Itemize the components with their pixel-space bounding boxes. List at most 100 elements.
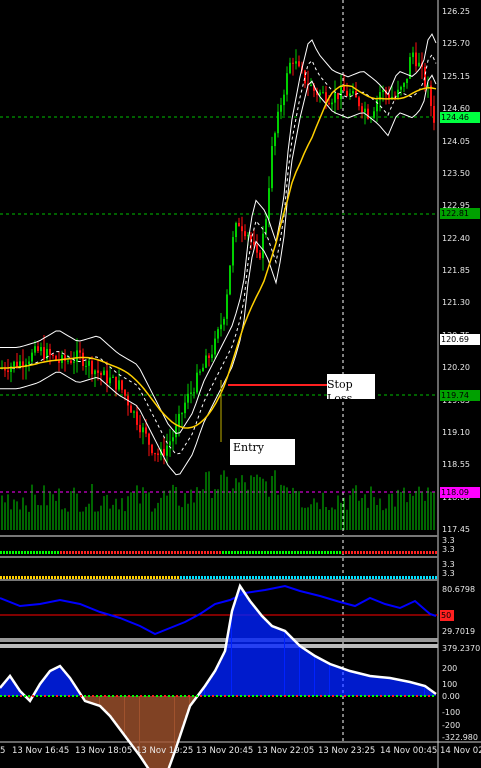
indicator2-dot — [417, 576, 419, 579]
indicator1-dot — [321, 551, 323, 554]
candle-body — [13, 361, 15, 367]
indicator2-dot — [423, 576, 425, 579]
candle-body — [172, 437, 174, 442]
indicator1-dot — [153, 551, 155, 554]
candle-body — [211, 354, 213, 358]
momentum-tick-label: 0.00 — [442, 692, 460, 701]
momentum-tick-label: -100 — [442, 708, 461, 717]
indicator2-dot — [414, 576, 416, 579]
indicator1-dot — [288, 551, 290, 554]
indicator1-dot — [285, 551, 287, 554]
indicator2-dot — [33, 576, 35, 579]
indicator1-dot — [357, 551, 359, 554]
candle-body — [331, 102, 333, 105]
indicator1-dot — [150, 551, 152, 554]
indicator1-dot — [6, 551, 8, 554]
indicator2-dot — [228, 576, 230, 579]
indicator1-dot — [63, 551, 65, 554]
momentum-zero-dot — [340, 695, 342, 697]
indicator1-dot — [87, 551, 89, 554]
ind1-bottom-label: 3.3 — [442, 545, 455, 554]
candle-body — [349, 93, 351, 96]
trading-chart[interactable] — [0, 0, 481, 768]
indicator2-dot — [120, 576, 122, 579]
candle-body — [295, 61, 297, 64]
candle-body — [226, 294, 228, 319]
candle-body — [145, 427, 147, 434]
candle-body — [223, 318, 225, 325]
indicator2-dot — [219, 576, 221, 579]
indicator2-dot — [45, 576, 47, 579]
candle-body — [214, 338, 216, 355]
indicator1-dot — [291, 551, 293, 554]
ind1-top-label: 3.3 — [442, 536, 455, 545]
indicator2-dot — [270, 576, 272, 579]
indicator2-dot — [237, 576, 239, 579]
indicator2-dot — [429, 576, 431, 579]
indicator2-dot — [426, 576, 428, 579]
indicator2-dot — [153, 576, 155, 579]
indicator2-dot — [366, 576, 368, 579]
momentum-zero-dot — [184, 695, 186, 697]
candle-body — [358, 97, 360, 107]
indicator1-dot — [381, 551, 383, 554]
indicator2-dot — [267, 576, 269, 579]
momentum-zero-dot — [60, 695, 62, 697]
indicator1-dot — [360, 551, 362, 554]
indicator2-dot — [402, 576, 404, 579]
candle-body — [181, 413, 183, 415]
indicator2-dot — [255, 576, 257, 579]
indicator2-dot — [192, 576, 194, 579]
candle-body — [169, 441, 171, 446]
indicator1-dot — [324, 551, 326, 554]
indicator2-dot — [105, 576, 107, 579]
indicator1-dot — [123, 551, 125, 554]
indicator2-dot — [312, 576, 314, 579]
indicator1-dot — [351, 551, 353, 554]
momentum-zero-dot — [104, 695, 106, 697]
candle-body — [367, 108, 369, 119]
indicator2-dot — [162, 576, 164, 579]
momentum-zero-dot — [308, 695, 310, 697]
momentum-zero-dot — [280, 695, 282, 697]
indicator2-dot — [3, 576, 5, 579]
indicator1-dot — [117, 551, 119, 554]
indicator1-dot — [411, 551, 413, 554]
indicator2-dot — [0, 576, 2, 579]
indicator2-dot — [378, 576, 380, 579]
oscillator-line — [0, 584, 437, 636]
indicator1-dot — [129, 551, 131, 554]
indicator1-dot — [111, 551, 113, 554]
candle-body — [283, 94, 285, 106]
indicator1-dot — [3, 551, 5, 554]
candle-body — [334, 92, 336, 103]
indicator2-dot — [198, 576, 200, 579]
indicator2-dot — [369, 576, 371, 579]
momentum-zero-dot — [300, 695, 302, 697]
indicator1-dot — [297, 551, 299, 554]
candle-body — [298, 61, 300, 67]
momentum-zero-dot — [72, 695, 74, 697]
candle-body — [208, 355, 210, 358]
indicator2-dot — [132, 576, 134, 579]
momentum-zero-dot — [108, 695, 110, 697]
candle-body — [193, 392, 195, 394]
candle-body — [256, 244, 258, 253]
indicator2-dot — [372, 576, 374, 579]
indicator1-dot — [168, 551, 170, 554]
indicator2-dot — [84, 576, 86, 579]
momentum-zero-dot — [216, 695, 218, 697]
candle-body — [151, 444, 153, 454]
indicator2-dot — [318, 576, 320, 579]
indicator1-dot — [294, 551, 296, 554]
indicator1-dot — [60, 551, 62, 554]
indicator2-dot — [195, 576, 197, 579]
indicator2-dot — [135, 576, 137, 579]
indicator1-dot — [18, 551, 20, 554]
indicator2-dot — [15, 576, 17, 579]
indicator2-dot — [168, 576, 170, 579]
candle-body — [178, 413, 180, 426]
momentum-zero-dot — [252, 695, 254, 697]
candle-body — [94, 370, 96, 375]
indicator1-dot — [267, 551, 269, 554]
